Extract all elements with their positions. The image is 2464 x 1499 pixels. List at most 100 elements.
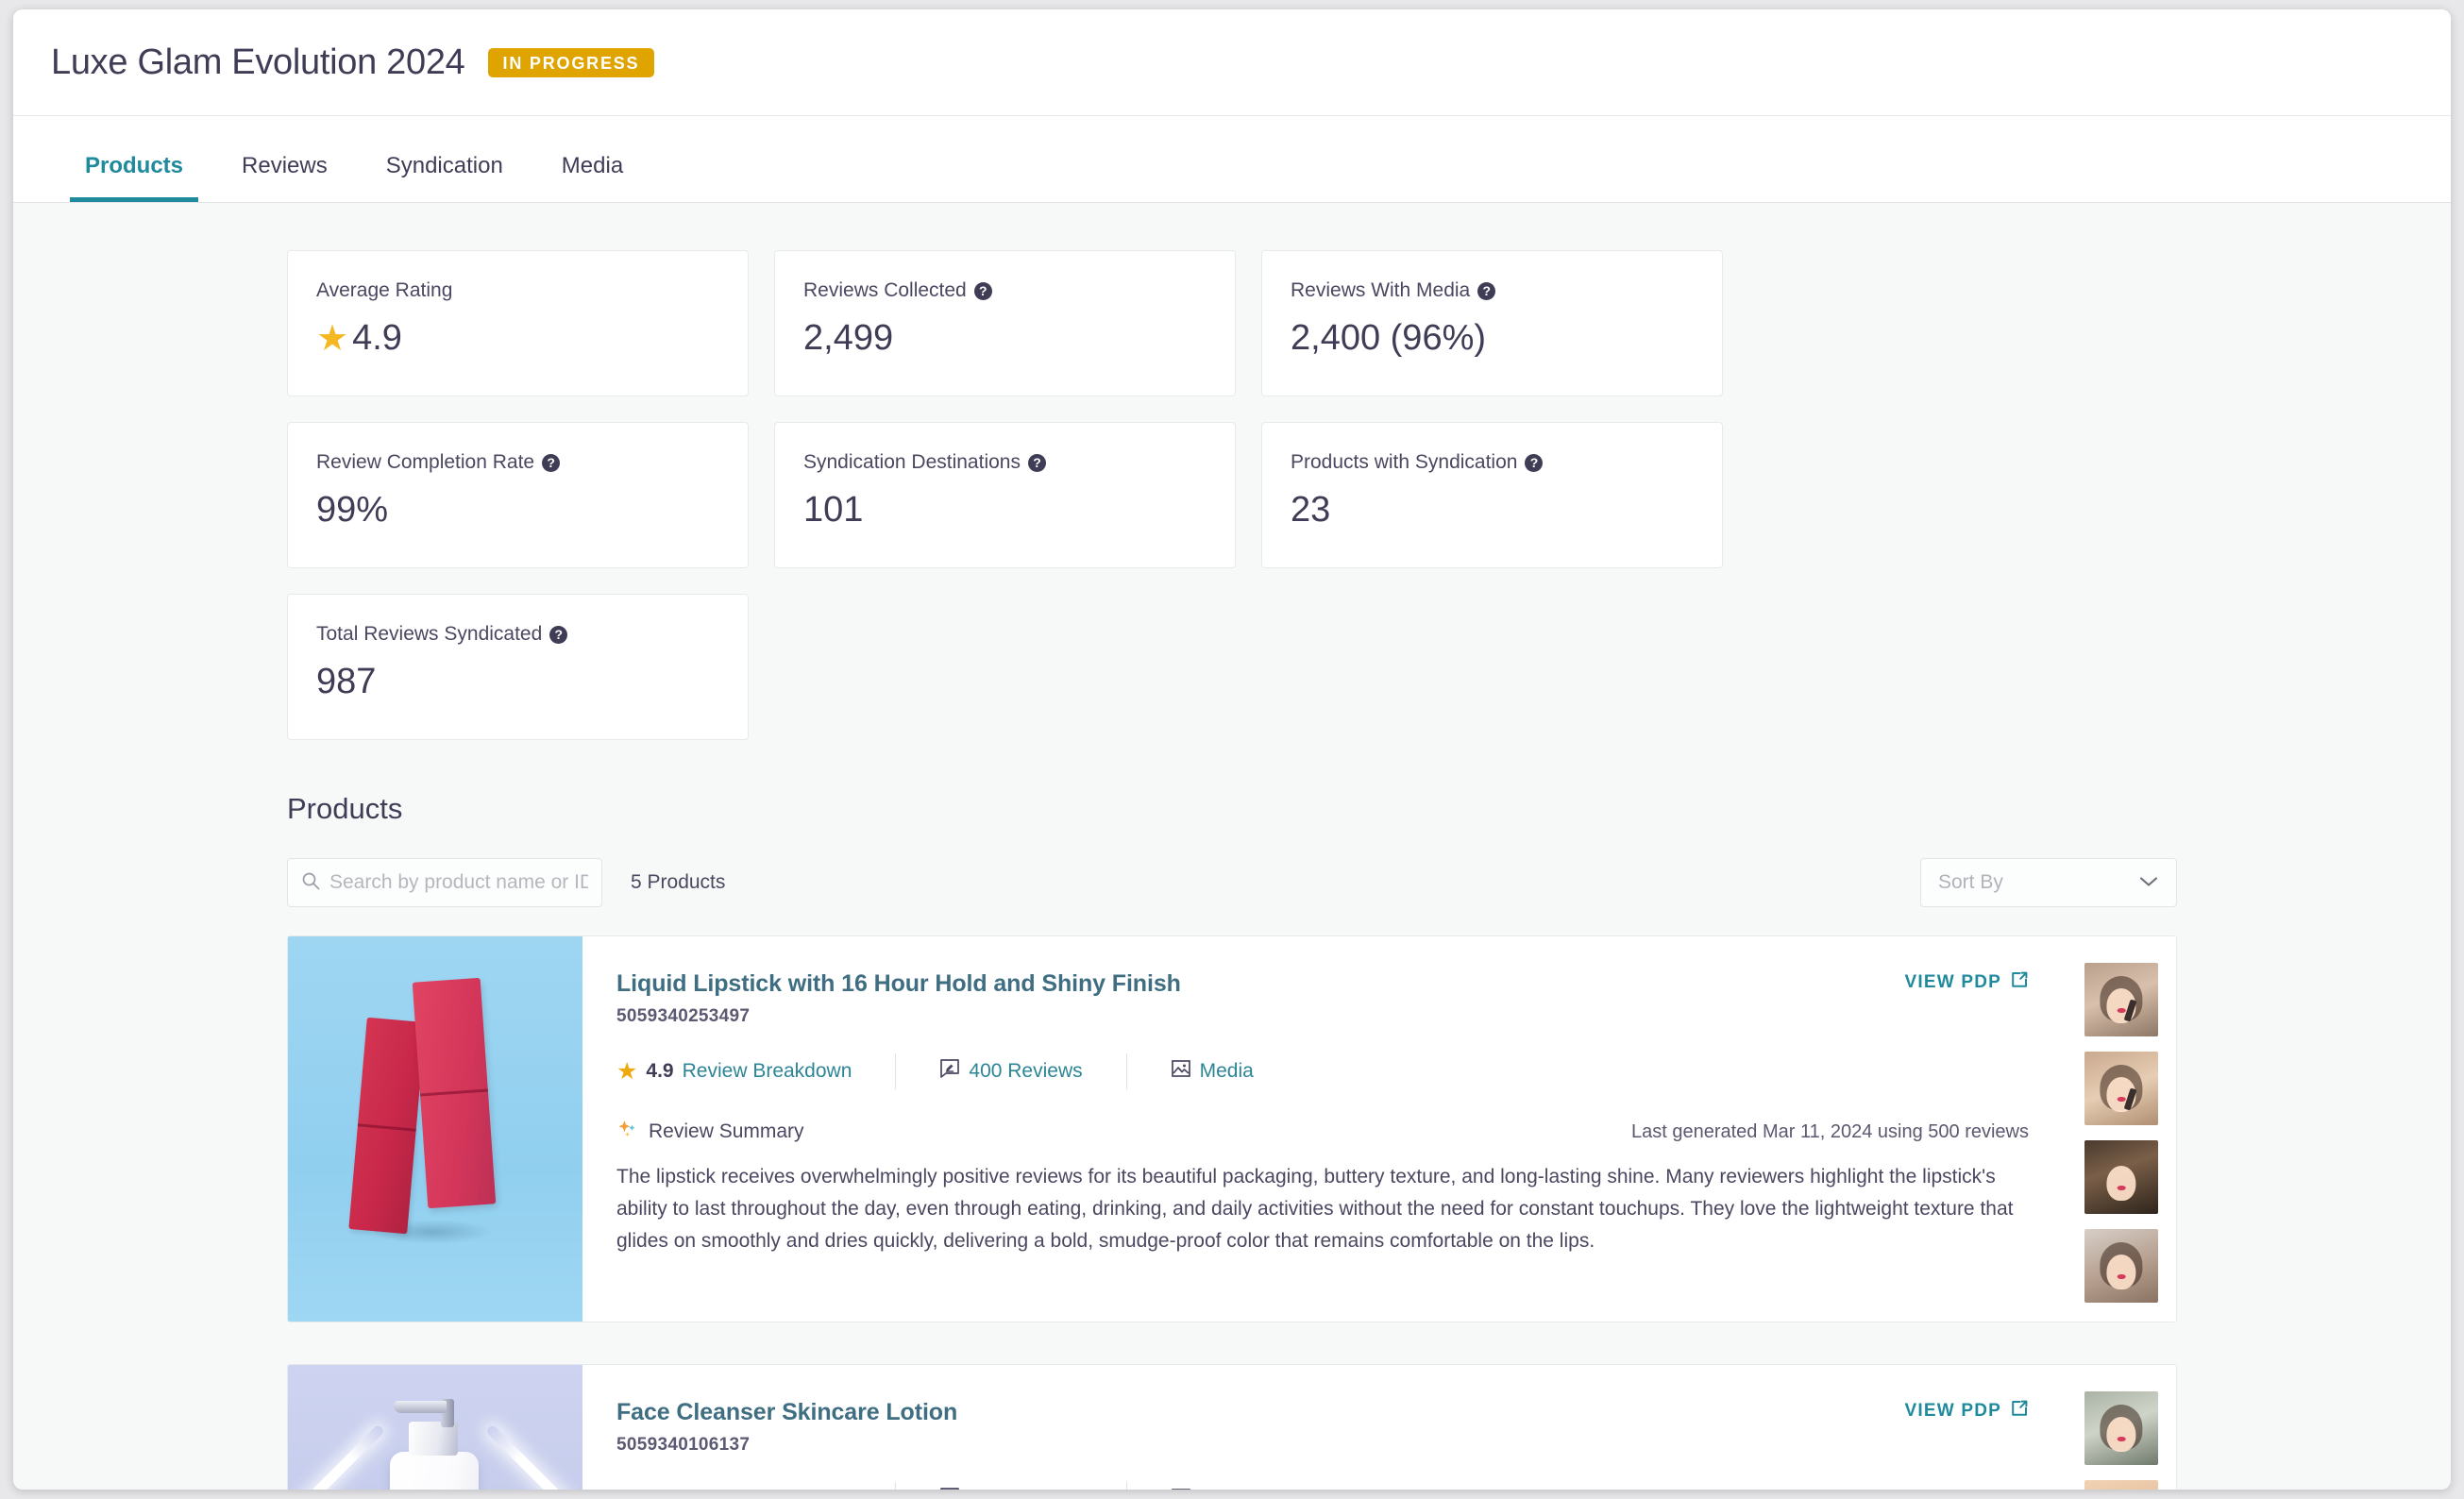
lipstick-tube-left	[348, 1017, 426, 1235]
stat-value-text: 101	[803, 490, 864, 530]
review-breakdown-link[interactable]: Review Breakdown	[683, 1489, 852, 1490]
status-badge: IN PROGRESS	[487, 47, 655, 77]
stat-card-reviews-with-media: Reviews With Media ? 2,400 (96%)	[1261, 250, 1723, 396]
media-thumbnail[interactable]	[2084, 963, 2158, 1036]
metric-rating[interactable]: ★ 4.9 Review Breakdown	[616, 1059, 852, 1084]
stat-value: 23	[1291, 490, 1694, 531]
product-image-lipstick	[288, 936, 582, 1322]
product-metrics: ★ 4.9 Review Breakdown	[616, 1053, 2029, 1089]
tab-products[interactable]: Products	[69, 153, 199, 202]
stat-card-average-rating: Average Rating ★ 4.9	[287, 250, 749, 396]
stat-value: 99%	[316, 490, 719, 531]
stat-label: Products with Syndication ?	[1291, 451, 1694, 474]
tab-reviews[interactable]: Reviews	[232, 153, 337, 202]
media-link[interactable]: Media	[1200, 1060, 1254, 1083]
media-thumbnail-rail	[2067, 1365, 2176, 1490]
stat-label: Syndication Destinations ?	[803, 451, 1207, 474]
product-card[interactable]: 🌿 Lumina FACE CLEANSER SKIN CARE Fac	[287, 1364, 2177, 1490]
stat-label-text: Reviews With Media	[1291, 279, 1471, 301]
neon-light	[484, 1423, 582, 1490]
metric-reviews[interactable]: 400 Reviews	[939, 1487, 1083, 1490]
stats-grid: Average Rating ★ 4.9 Reviews Collected ?…	[13, 203, 2451, 740]
view-pdp-label: VIEW PDP	[1904, 972, 2001, 992]
media-link[interactable]: Media	[1200, 1489, 1254, 1490]
neon-light	[288, 1423, 386, 1490]
stat-card-syndication-destinations: Syndication Destinations ? 101	[774, 422, 1236, 568]
product-metrics: ★ 4.9 Review Breakdown	[616, 1482, 2029, 1490]
stat-value: 2,499	[803, 318, 1207, 359]
last-generated-text: Last generated Mar 11, 2024 using 500 re…	[1630, 1120, 2029, 1142]
metric-rating[interactable]: ★ 4.9 Review Breakdown	[616, 1488, 852, 1490]
product-title[interactable]: Liquid Lipstick with 16 Hour Hold and Sh…	[616, 970, 1181, 998]
stat-value-text: 4.9	[352, 318, 402, 358]
app-header: Luxe Glam Evolution 2024 IN PROGRESS	[13, 9, 2451, 116]
stat-value: 101	[803, 490, 1207, 531]
stat-card-reviews-collected: Reviews Collected ? 2,499	[774, 250, 1236, 396]
rating-value: 4.9	[646, 1489, 673, 1490]
media-thumbnail-rail	[2067, 936, 2176, 1322]
media-thumbnail[interactable]	[2084, 1052, 2158, 1125]
tab-media[interactable]: Media	[552, 153, 633, 202]
product-image-cleanser: 🌿 Lumina FACE CLEANSER SKIN CARE	[288, 1365, 582, 1490]
page-title: Luxe Glam Evolution 2024	[51, 42, 465, 82]
main-content: Average Rating ★ 4.9 Reviews Collected ?…	[13, 203, 2451, 1490]
reviews-icon	[939, 1058, 960, 1085]
products-heading: Products	[287, 792, 403, 825]
help-icon[interactable]: ?	[542, 453, 561, 472]
divider	[895, 1482, 897, 1490]
external-link-icon	[2010, 1399, 2029, 1423]
view-pdp-link[interactable]: VIEW PDP	[1904, 1399, 2029, 1423]
stat-value: 987	[316, 662, 719, 702]
metric-reviews[interactable]: 400 Reviews	[939, 1058, 1083, 1085]
metric-media[interactable]: Media	[1171, 1487, 1254, 1490]
media-image-icon	[1171, 1487, 1191, 1490]
metric-media[interactable]: Media	[1171, 1058, 1254, 1085]
search-icon	[301, 871, 320, 895]
product-id: 5059340106137	[616, 1435, 751, 1455]
product-details: Face Cleanser Skincare Lotion 5059340106…	[582, 1365, 2067, 1490]
stat-label-text: Syndication Destinations	[803, 451, 1021, 473]
product-id: 5059340253497	[616, 1006, 751, 1026]
stat-value: ★ 4.9	[316, 318, 719, 359]
stat-label-text: Review Completion Rate	[316, 451, 535, 473]
tab-bar: Products Reviews Syndication Media	[13, 116, 2451, 203]
review-summary-text: The lipstick receives overwhelmingly pos…	[616, 1166, 2014, 1253]
sparkle-icon	[616, 1118, 639, 1146]
external-link-icon	[2010, 970, 2029, 995]
app-window: Luxe Glam Evolution 2024 IN PROGRESS Pro…	[13, 9, 2451, 1490]
reviews-count-link[interactable]: 400 Reviews	[969, 1489, 1082, 1490]
star-icon: ★	[316, 318, 349, 359]
stat-value: 2,400 (96%)	[1291, 318, 1694, 359]
help-icon[interactable]: ?	[973, 281, 992, 300]
search-input[interactable]	[329, 871, 588, 894]
chevron-down-icon	[2138, 871, 2159, 894]
view-pdp-label: VIEW PDP	[1904, 1401, 2001, 1421]
stat-label-text: Reviews Collected	[803, 279, 967, 301]
media-thumbnail[interactable]	[2084, 1480, 2158, 1490]
sort-by-select[interactable]: Sort By	[1920, 858, 2177, 907]
help-icon[interactable]: ?	[1027, 453, 1046, 472]
review-breakdown-link[interactable]: Review Breakdown	[683, 1060, 852, 1083]
lipstick-tube-right	[412, 977, 497, 1209]
stat-card-total-reviews-syndicated: Total Reviews Syndicated ? 987	[287, 594, 749, 740]
products-list-controls: 5 Products Sort By	[13, 826, 2451, 907]
stat-card-review-completion-rate: Review Completion Rate ? 99%	[287, 422, 749, 568]
search-box[interactable]	[287, 858, 602, 907]
media-thumbnail[interactable]	[2084, 1391, 2158, 1465]
tab-syndication[interactable]: Syndication	[377, 153, 513, 202]
media-thumbnail[interactable]	[2084, 1229, 2158, 1303]
sort-by-label: Sort By	[1938, 871, 2003, 893]
product-list: Liquid Lipstick with 16 Hour Hold and Sh…	[13, 907, 2451, 1490]
product-details: Liquid Lipstick with 16 Hour Hold and Sh…	[582, 936, 2067, 1322]
help-icon[interactable]: ?	[1525, 453, 1544, 472]
media-thumbnail[interactable]	[2084, 1140, 2158, 1214]
divider	[1125, 1482, 1127, 1490]
view-pdp-link[interactable]: VIEW PDP	[1904, 970, 2029, 995]
help-icon[interactable]: ?	[1477, 281, 1496, 300]
stat-value-text: 23	[1291, 490, 1331, 530]
help-icon[interactable]: ?	[549, 625, 568, 644]
product-card[interactable]: Liquid Lipstick with 16 Hour Hold and Sh…	[287, 935, 2177, 1322]
product-title[interactable]: Face Cleanser Skincare Lotion	[616, 1399, 957, 1426]
stat-card-products-with-syndication: Products with Syndication ? 23	[1261, 422, 1723, 568]
reviews-count-link[interactable]: 400 Reviews	[969, 1060, 1082, 1083]
